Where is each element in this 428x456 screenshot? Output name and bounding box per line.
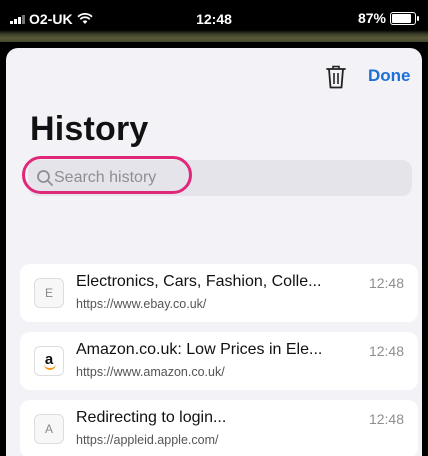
- trash-icon[interactable]: [324, 64, 348, 90]
- status-bar: O2-UK 12:48 87%: [0, 0, 428, 42]
- favicon-letter: a: [44, 350, 54, 368]
- page-title: History: [30, 110, 149, 148]
- battery-fill: [392, 13, 412, 23]
- history-item-title: Redirecting to login...: [76, 409, 227, 426]
- done-button[interactable]: Done: [368, 66, 411, 86]
- history-item-url: https://www.ebay.co.uk/: [76, 297, 207, 311]
- search-input[interactable]: [54, 160, 394, 196]
- history-item-time: 12:48: [368, 343, 404, 359]
- search-icon: [37, 170, 53, 186]
- search-bar[interactable]: [28, 160, 412, 196]
- history-item[interactable]: E Electronics, Cars, Fashion, Colle... 1…: [20, 264, 418, 322]
- history-item-title: Electronics, Cars, Fashion, Colle...: [76, 273, 322, 290]
- status-right: 87%: [357, 10, 419, 26]
- history-item-time: 12:48: [368, 411, 404, 427]
- history-item-url: https://www.amazon.co.uk/: [76, 365, 225, 379]
- amazon-logo-icon: a: [34, 346, 64, 376]
- battery-icon: [390, 11, 419, 25]
- favicon-letter-icon: E: [34, 278, 64, 308]
- history-item-title: Amazon.co.uk: Low Prices in Ele...: [76, 341, 323, 358]
- history-item[interactable]: A Redirecting to login... 12:48 https://…: [20, 400, 418, 456]
- favicon-letter-icon: A: [34, 414, 64, 444]
- history-item-url: https://appleid.apple.com/: [76, 433, 219, 447]
- history-item-time: 12:48: [368, 275, 404, 291]
- battery-percent: 87%: [357, 10, 386, 26]
- history-item[interactable]: a Amazon.co.uk: Low Prices in Ele... 12:…: [20, 332, 418, 390]
- history-sheet: Done History E Electronics, Cars, Fashio…: [6, 48, 422, 456]
